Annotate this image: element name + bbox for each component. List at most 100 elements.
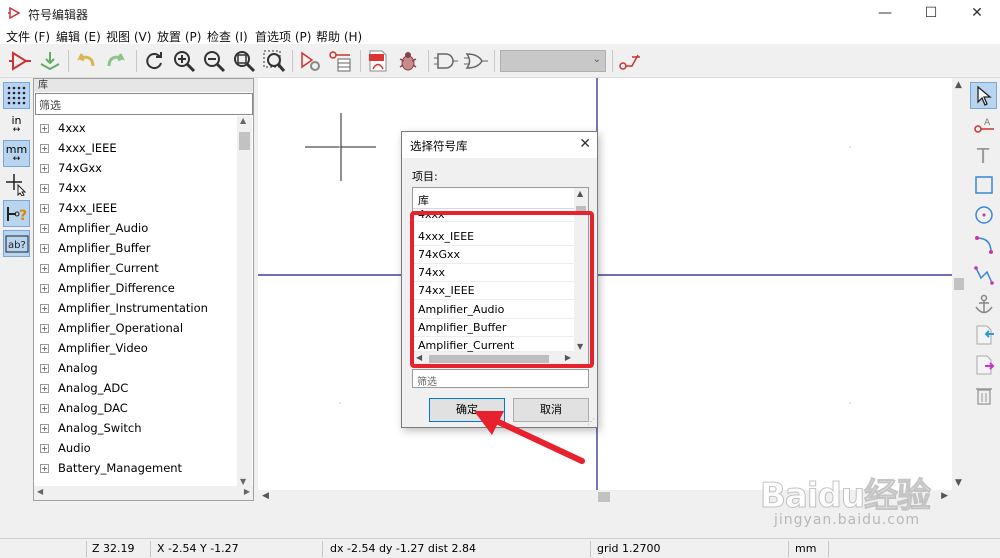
expand-icon[interactable]: +: [40, 224, 49, 233]
status-separator: [828, 541, 829, 557]
chevron-down-icon: ⌄: [592, 54, 601, 65]
expand-icon[interactable]: +: [40, 364, 49, 373]
undo-icon[interactable]: [74, 49, 98, 73]
add-rectangle-button[interactable]: [970, 171, 997, 198]
import-graphics-button[interactable]: [970, 321, 997, 348]
menu-file[interactable]: 文件 (F): [6, 28, 50, 45]
dialog-column-header[interactable]: 库: [413, 188, 588, 209]
units-inch-button[interactable]: in ↔: [3, 111, 30, 138]
expand-icon[interactable]: +: [40, 284, 49, 293]
expand-icon[interactable]: +: [40, 404, 49, 413]
deMorgan-normal-icon[interactable]: [434, 49, 458, 73]
delta-readout: dx -2.54 dy -1.27 dist 2.84: [330, 542, 476, 555]
red-highlight-box: [410, 211, 594, 368]
cursor-shape-button[interactable]: [3, 171, 30, 198]
add-pin-button[interactable]: A: [970, 111, 997, 138]
symbol-editor-window: 符号编辑器 — ☐ ✕ 文件 (F) 编辑 (E) 视图 (V) 放置 (P) …: [0, 0, 1000, 558]
menu-inspect[interactable]: 检查 (I): [207, 28, 248, 45]
dialog-project-label: 项目:: [412, 170, 438, 183]
scroll-up-icon[interactable]: ▲: [577, 189, 583, 198]
polyline-icon: [973, 265, 994, 285]
expand-icon[interactable]: +: [40, 384, 49, 393]
add-polyline-button[interactable]: [970, 261, 997, 288]
expand-icon[interactable]: +: [40, 144, 49, 153]
dialog-title: 选择符号库: [410, 139, 468, 153]
expand-icon[interactable]: +: [40, 344, 49, 353]
expand-icon[interactable]: +: [40, 324, 49, 333]
scroll-up-icon[interactable]: ▲: [955, 80, 962, 90]
export-graphics-button[interactable]: [970, 351, 997, 378]
scrollbar-thumb[interactable]: [954, 278, 964, 290]
grid-icon: [7, 86, 25, 104]
arc-icon: [974, 235, 993, 254]
expand-icon[interactable]: +: [40, 204, 49, 213]
library-horizontal-scrollbar[interactable]: ◀ ▶: [34, 486, 253, 500]
expand-icon[interactable]: +: [40, 184, 49, 193]
save-icon[interactable]: [38, 49, 62, 73]
menu-help[interactable]: 帮助 (H): [316, 28, 362, 45]
rectangle-icon: [974, 175, 993, 194]
watermark-url: jingyan.baidu.com: [774, 512, 921, 528]
pin-table-icon[interactable]: [328, 49, 352, 73]
zoom-selection-icon[interactable]: [262, 49, 286, 73]
grid-readout: grid 1.2700: [597, 542, 661, 555]
add-arc-button[interactable]: [970, 231, 997, 258]
menu-place[interactable]: 放置 (P): [157, 28, 201, 45]
minimize-button[interactable]: —: [862, 0, 908, 26]
canvas-drawing: [258, 78, 952, 490]
title-bar: 符号编辑器 — ☐ ✕: [0, 0, 1000, 26]
maximize-button[interactable]: ☐: [908, 0, 954, 26]
zoom-fit-icon[interactable]: [232, 49, 256, 73]
toolbar-separator: [292, 50, 293, 72]
canvas-vertical-scrollbar[interactable]: ▲ ▼: [952, 78, 966, 490]
deMorgan-alternate-icon[interactable]: [464, 49, 488, 73]
dialog-filter-input[interactable]: 筛选: [412, 369, 589, 388]
svg-text:A: A: [984, 118, 991, 128]
close-window-button[interactable]: ✕: [954, 0, 1000, 26]
drawing-canvas[interactable]: [258, 78, 952, 490]
delete-tool-button[interactable]: [970, 381, 997, 408]
scrollbar-thumb[interactable]: [598, 492, 610, 502]
dialog-close-icon[interactable]: ✕: [579, 136, 591, 152]
check-symbol-bug-icon[interactable]: [396, 49, 420, 73]
scroll-left-icon[interactable]: ◀: [37, 487, 43, 496]
expand-icon[interactable]: +: [40, 164, 49, 173]
expand-icon[interactable]: +: [40, 264, 49, 273]
edit-pin-icon[interactable]: [618, 49, 642, 73]
redo-icon[interactable]: [104, 49, 128, 73]
expand-icon[interactable]: +: [40, 444, 49, 453]
show-pin-electrical-type-button[interactable]: ?: [3, 200, 30, 227]
zoom-out-icon[interactable]: [202, 49, 226, 73]
toolbar-separator: [136, 50, 137, 72]
menu-edit[interactable]: 编辑 (E): [56, 28, 101, 45]
show-hidden-fields-button[interactable]: ab?: [3, 230, 30, 257]
scroll-up-icon[interactable]: ▲: [240, 116, 246, 125]
menu-preferences[interactable]: 首选项 (P): [255, 28, 311, 45]
toggle-grid-button[interactable]: [3, 82, 30, 109]
zoom-in-icon[interactable]: [172, 49, 196, 73]
units-mm-button[interactable]: mm ↔: [3, 140, 30, 167]
right-drawing-toolbar: A T: [966, 78, 1000, 498]
library-filter-input[interactable]: 筛选: [35, 93, 253, 115]
status-separator: [150, 541, 151, 557]
export-pdf-icon[interactable]: [366, 49, 390, 73]
scroll-down-icon[interactable]: ▼: [240, 477, 246, 486]
select-tool-button[interactable]: [970, 82, 997, 109]
unit-selector-dropdown[interactable]: ⌄: [500, 50, 606, 72]
expand-icon[interactable]: +: [40, 244, 49, 253]
symbol-properties-icon[interactable]: [298, 49, 322, 73]
expand-icon[interactable]: +: [40, 464, 49, 473]
scroll-right-icon[interactable]: ▶: [244, 487, 250, 496]
expand-icon[interactable]: +: [40, 304, 49, 313]
set-anchor-button[interactable]: [970, 291, 997, 318]
scroll-left-icon[interactable]: ◀: [262, 491, 269, 501]
add-text-button[interactable]: T: [970, 141, 997, 168]
refresh-icon[interactable]: [142, 49, 166, 73]
expand-icon[interactable]: +: [40, 424, 49, 433]
scrollbar-thumb[interactable]: [239, 132, 250, 150]
add-circle-button[interactable]: [970, 201, 997, 228]
expand-icon[interactable]: +: [40, 124, 49, 133]
library-vertical-scrollbar[interactable]: ▲ ▼: [237, 116, 252, 486]
menu-view[interactable]: 视图 (V): [106, 28, 151, 45]
new-symbol-icon[interactable]: [8, 49, 32, 73]
